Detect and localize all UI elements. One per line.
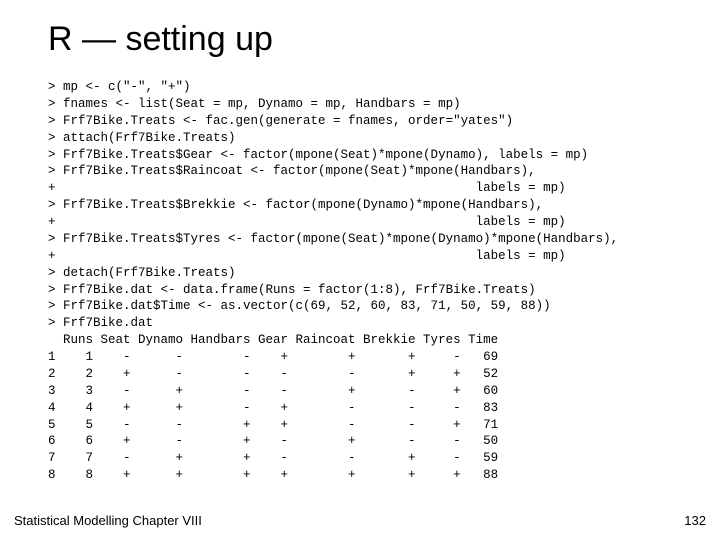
code-block: > mp <- c("-", "+") > fnames <- list(Sea… — [48, 79, 672, 484]
slide-title: R — setting up — [48, 20, 672, 59]
page-number: 132 — [684, 513, 706, 528]
footer-left: Statistical Modelling Chapter VIII — [14, 513, 202, 528]
